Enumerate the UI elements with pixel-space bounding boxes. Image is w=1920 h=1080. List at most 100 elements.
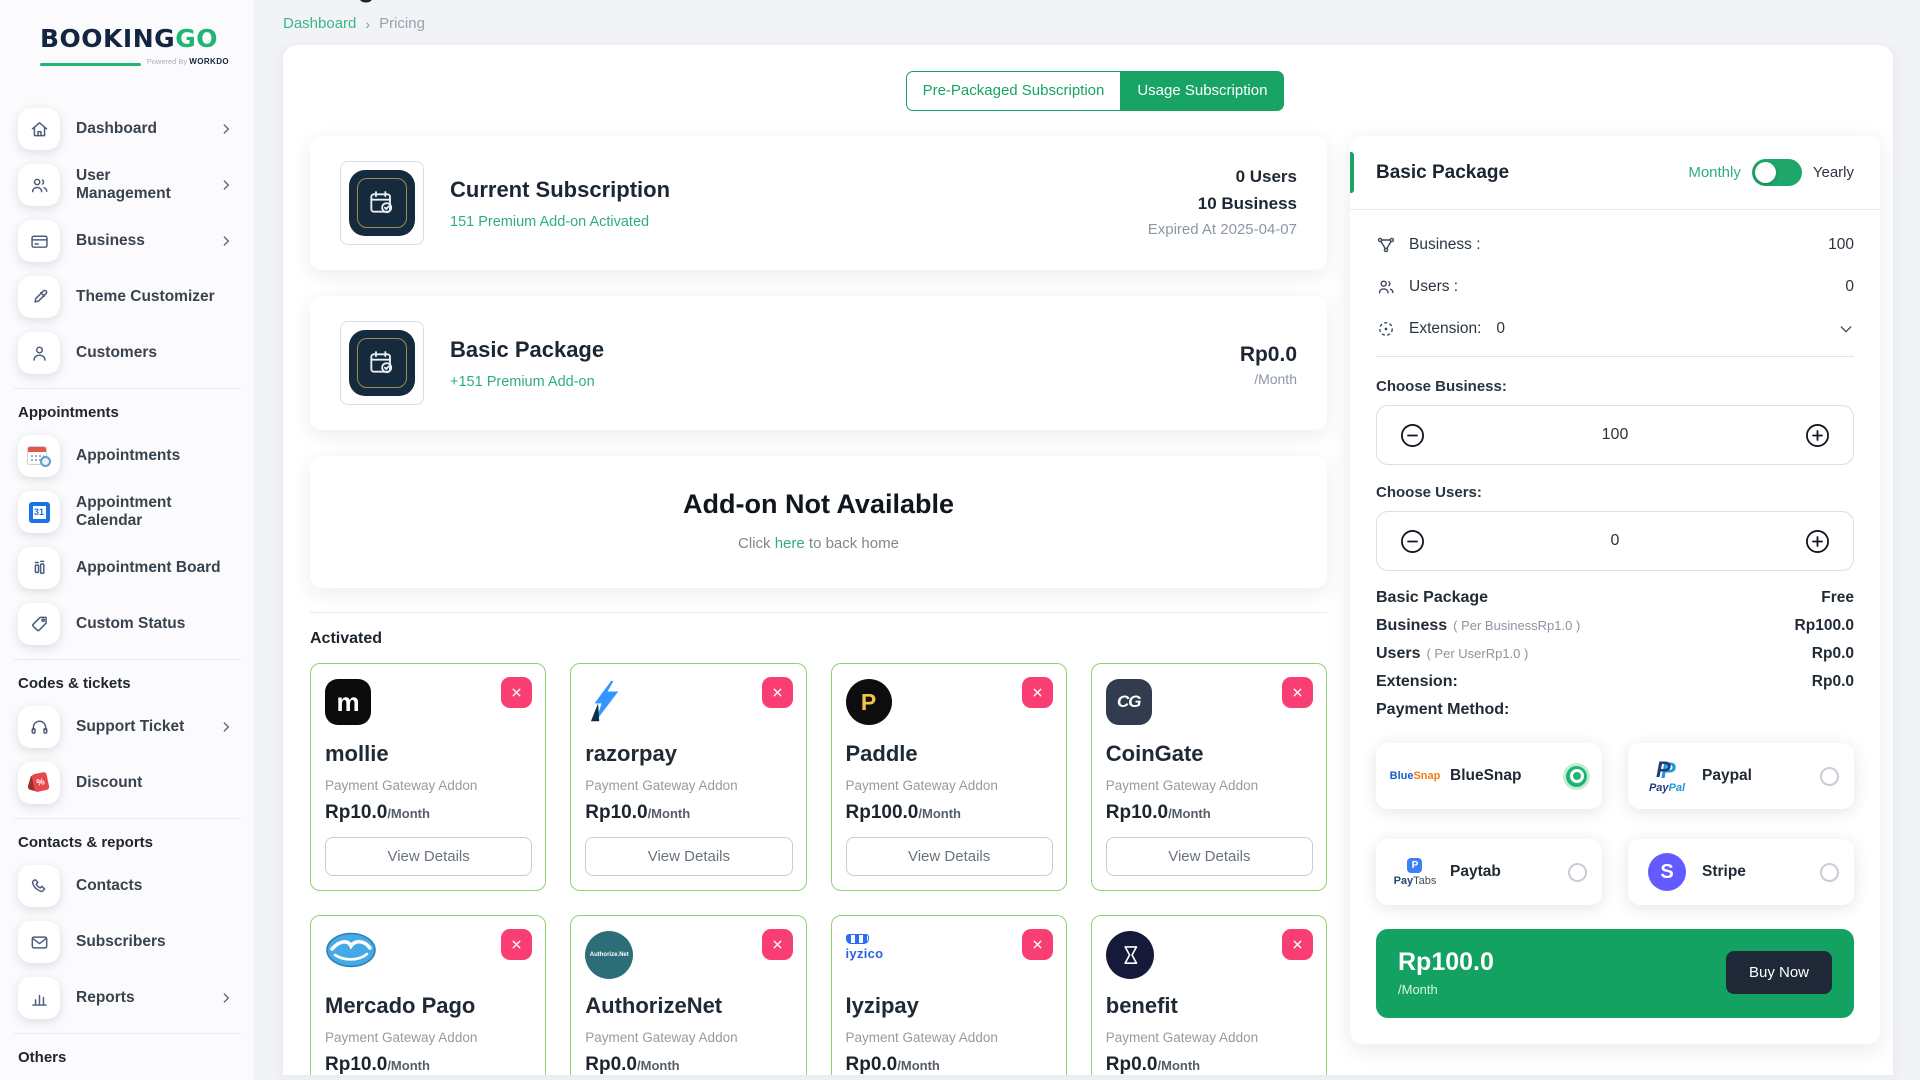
gateway-price: Rp0.0 — [845, 1054, 898, 1075]
basic-package-period: /Month — [1254, 370, 1297, 387]
sidebar-item-user-management[interactable]: User Management — [0, 164, 255, 206]
remove-addon-button[interactable] — [501, 677, 533, 708]
paytab-radio[interactable] — [1568, 862, 1587, 882]
users-decrement-button[interactable] — [1399, 528, 1426, 555]
sidebar-item-label: Theme Customizer — [76, 288, 215, 305]
sidebar-item-appointments[interactable]: Appointments — [0, 435, 255, 477]
gateway-period: /Month — [387, 1058, 430, 1073]
sidebar-item-label: Support Ticket — [76, 718, 185, 735]
sidebar-item-customers[interactable]: Customers — [0, 332, 255, 374]
users-increment-button[interactable] — [1804, 528, 1831, 555]
view-details-button[interactable]: View Details — [585, 837, 793, 876]
remove-addon-button[interactable] — [761, 929, 793, 960]
gateway-period: /Month — [918, 806, 961, 821]
sidebar-item-custom-status[interactable]: Custom Status — [0, 603, 255, 645]
app-logo[interactable]: BOOKINGGO Powered By WORKDO — [0, 14, 255, 72]
sidebar-item-appointment-calendar[interactable]: 31 Appointment Calendar — [0, 491, 255, 533]
stat-extension[interactable]: Extension: 0 — [1376, 308, 1854, 350]
sidebar-section-others: Others — [14, 1033, 241, 1078]
gateway-grid: m mollie Payment Gateway Addon Rp10.0/Mo… — [310, 663, 1327, 1075]
remove-addon-button[interactable] — [1021, 677, 1053, 708]
sidebar-item-dashboard[interactable]: Dashboard — [0, 108, 255, 150]
authorizenet-logo: Authorize.Net — [585, 931, 634, 979]
tab-usage-subscription[interactable]: Usage Subscription — [1120, 71, 1285, 111]
panel-title: Basic Package — [1376, 161, 1510, 183]
back-home-link[interactable]: here — [775, 535, 805, 552]
sidebar-item-theme-customizer[interactable]: Theme Customizer — [0, 276, 255, 318]
basic-package-title: Basic Package — [450, 336, 605, 362]
view-details-button[interactable]: View Details — [325, 837, 533, 876]
sidebar-item-label: Customers — [76, 344, 157, 361]
stat-business-label: Business : — [1409, 236, 1481, 253]
summary-users-row: Users ( Per UserRp1.0 ) Rp0.0 — [1376, 645, 1854, 662]
page-title-clipped: Pricing — [283, 0, 1893, 9]
business-decrement-button[interactable] — [1399, 422, 1426, 449]
payment-method-paypal[interactable]: P P PayPal Paypal — [1628, 743, 1854, 809]
users-stepper-value: 0 — [1610, 532, 1620, 549]
chevron-right-icon — [219, 122, 233, 136]
chevron-down-icon[interactable] — [1838, 321, 1854, 337]
paypal-radio[interactable] — [1820, 766, 1839, 786]
sidebar-item-reports[interactable]: Reports — [0, 977, 255, 1019]
credit-card-icon — [18, 220, 60, 262]
sitemap-icon — [1377, 237, 1395, 253]
extension-icon — [1379, 322, 1393, 336]
remove-addon-button[interactable] — [1282, 929, 1313, 960]
remove-addon-button[interactable] — [1282, 677, 1313, 708]
razorpay-logo — [585, 679, 623, 728]
breadcrumb-dashboard-link[interactable]: Dashboard — [283, 15, 356, 32]
users-stepper: 0 — [1376, 511, 1854, 571]
summary-package-row: Basic Package Free — [1376, 589, 1854, 606]
summary-users-value: Rp0.0 — [1811, 645, 1854, 662]
payment-method-bluesnap[interactable]: BlueSnap BlueSnap — [1376, 743, 1602, 809]
yearly-label[interactable]: Yearly — [1813, 164, 1854, 181]
gateway-type-label: Payment Gateway Addon — [585, 1030, 738, 1045]
gateway-name: AuthorizeNet — [585, 993, 723, 1018]
mercadopago-logo — [325, 931, 377, 974]
monthly-label[interactable]: Monthly — [1688, 164, 1741, 181]
sidebar-item-contacts[interactable]: Contacts — [0, 865, 255, 907]
gateway-name: razorpay — [585, 741, 677, 766]
stat-extension-label: Extension: — [1409, 320, 1482, 337]
business-stepper: 100 — [1376, 405, 1854, 465]
chevron-right-icon — [219, 720, 233, 734]
business-increment-button[interactable] — [1804, 422, 1831, 449]
sidebar-item-support-ticket[interactable]: Support Ticket — [0, 706, 255, 748]
remove-addon-button[interactable] — [1021, 929, 1053, 960]
logo-underline — [40, 63, 141, 66]
mollie-logo: m — [325, 679, 371, 725]
view-details-button[interactable]: View Details — [845, 837, 1053, 876]
stripe-radio[interactable] — [1820, 862, 1839, 882]
bluesnap-radio[interactable] — [1566, 765, 1587, 787]
buy-now-button[interactable]: Buy Now — [1725, 951, 1832, 994]
payment-method-stripe[interactable]: S Stripe — [1628, 839, 1854, 905]
pricing-panel: Basic Package Monthly Yearly Business : … — [1350, 136, 1880, 1044]
sidebar-section-contacts-reports: Contacts & reports — [14, 818, 241, 863]
gateway-type-label: Payment Gateway Addon — [1105, 1030, 1259, 1045]
sidebar-item-label: Reports — [76, 989, 135, 1006]
addon-not-available-subtitle: Click here to back home — [738, 535, 899, 552]
gateway-price: Rp10.0 — [325, 1054, 388, 1075]
remove-addon-button[interactable] — [761, 677, 793, 708]
view-details-button[interactable]: View Details — [1105, 837, 1313, 876]
sidebar-item-business[interactable]: Business — [0, 220, 255, 262]
gateway-card-razorpay: razorpay Payment Gateway Addon Rp10.0/Mo… — [570, 663, 807, 891]
sidebar-item-label: Subscribers — [76, 933, 166, 950]
sidebar-item-label: Appointment Calendar — [76, 494, 172, 529]
sidebar-section-codes-tickets: Codes & tickets — [14, 659, 241, 704]
payment-method-paytab[interactable]: P PayTabs Paytab — [1376, 839, 1602, 905]
subscription-column: Current Subscription 151 Premium Add-on … — [310, 136, 1327, 1075]
brush-icon — [18, 276, 60, 318]
phone-icon — [18, 865, 60, 907]
tab-pre-packaged-subscription[interactable]: Pre-Packaged Subscription — [905, 71, 1121, 111]
gateway-type-label: Payment Gateway Addon — [845, 1030, 998, 1045]
remove-addon-button[interactable] — [501, 929, 533, 960]
sidebar-item-discount[interactable]: % Discount — [0, 762, 255, 804]
benefit-logo — [1105, 931, 1154, 979]
sidebar-item-appointment-board[interactable]: Appointment Board — [0, 547, 255, 589]
gateway-type-label: Payment Gateway Addon — [1105, 778, 1259, 793]
sidebar-item-subscribers[interactable]: Subscribers — [0, 921, 255, 963]
billing-toggle[interactable] — [1751, 159, 1802, 186]
gateway-period: /Month — [647, 806, 691, 821]
summary-extension-value: Rp0.0 — [1811, 673, 1854, 690]
